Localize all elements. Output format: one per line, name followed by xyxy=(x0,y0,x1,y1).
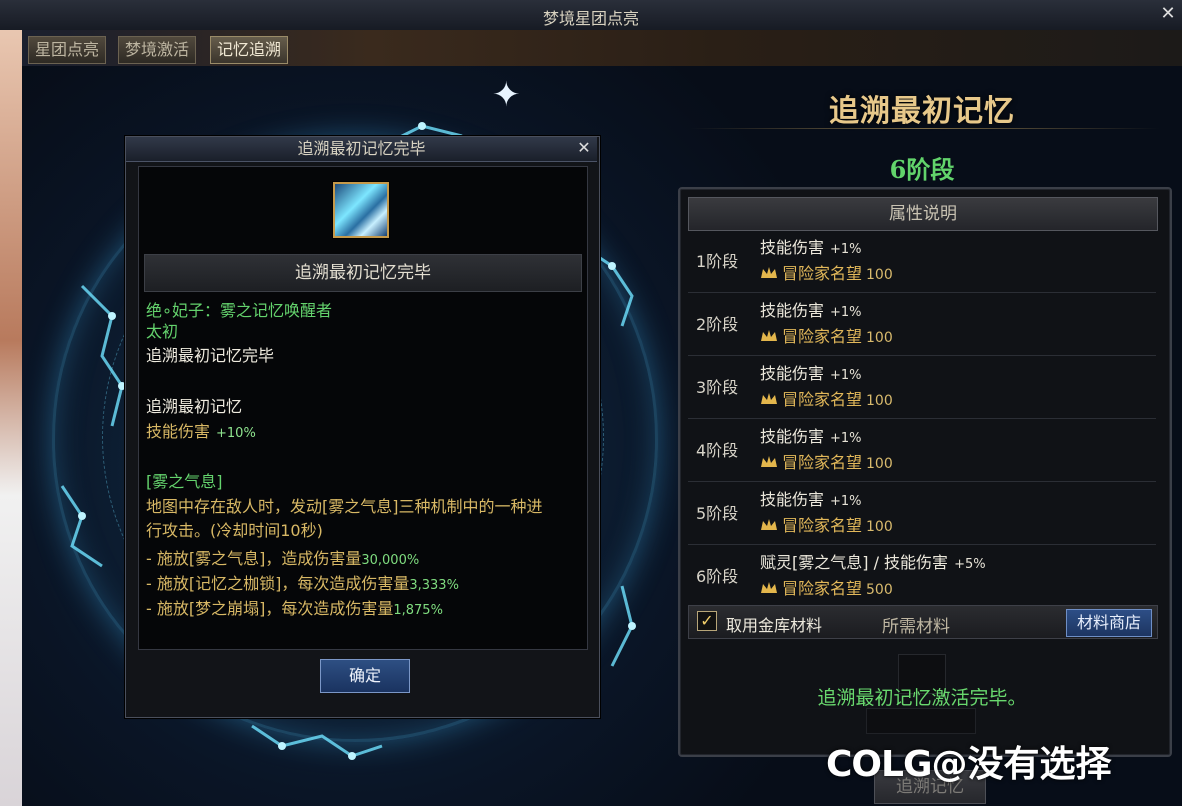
current-stage: 6阶段 xyxy=(889,155,955,184)
close-window-button[interactable]: ✕ xyxy=(1158,4,1178,24)
reputation-label: 冒险家名望 xyxy=(782,579,863,598)
watermark-logo: COLG xyxy=(826,744,933,785)
attribute-value: +1% xyxy=(830,494,862,509)
material-count-slot xyxy=(866,708,976,734)
reputation-label: 冒险家名望 xyxy=(782,327,863,346)
stage-row: 3阶段 技能伤害 +1% 冒险家名望 100 xyxy=(688,356,1156,419)
attribute-name: 赋灵[雾之气息] / 技能伤害 xyxy=(760,553,949,572)
skill-desc-line1: 地图中存在敌人时，发动[雾之气息]三种机制中的一种进 xyxy=(146,497,543,516)
attribute-name: 技能伤害 xyxy=(760,490,825,509)
reputation-value: 100 xyxy=(866,393,893,409)
memory-crystal-icon xyxy=(333,182,389,238)
window-titlebar: 梦境星团点亮 xyxy=(0,0,1182,31)
svg-text:✦: ✦ xyxy=(492,75,521,115)
skill-effect-text: - 施放[梦之崩塌]，每次造成伤害量 xyxy=(146,599,394,618)
watermark-text: @没有选择 xyxy=(931,744,1112,785)
effect-line: 技能伤害 +10% xyxy=(146,418,256,442)
dialog-title: 追溯最初记忆完毕 xyxy=(126,137,597,162)
reputation-crown-icon xyxy=(761,582,777,593)
skill-name: [雾之气息] xyxy=(146,472,223,491)
effect-value: +10% xyxy=(216,426,256,441)
reputation-crown-icon xyxy=(761,393,777,404)
stage-label: 1阶段 xyxy=(696,252,739,271)
status-line: 追溯最初记忆完毕 xyxy=(146,346,275,365)
memory-title: 追溯最初记忆 xyxy=(829,94,1015,129)
stage-attribute: 技能伤害 +1% xyxy=(760,423,862,447)
tab-bar: 星团点亮 梦境激活 记忆追溯 xyxy=(22,30,1182,66)
stage-label: 3阶段 xyxy=(696,378,739,397)
skill-effect-value: 3,333% xyxy=(409,578,459,593)
tab-memory-trace[interactable]: 记忆追溯 xyxy=(210,36,289,64)
effect-label: 技能伤害 xyxy=(146,422,211,441)
window-title: 梦境星团点亮 xyxy=(542,9,639,28)
stage-row: 6阶段 赋灵[雾之气息] / 技能伤害 +5% 冒险家名望 500 xyxy=(688,545,1156,607)
reputation-label: 冒险家名望 xyxy=(782,453,863,472)
stage-row: 2阶段 技能伤害 +1% 冒险家名望 100 xyxy=(688,293,1156,356)
reputation-value: 100 xyxy=(866,267,893,283)
reputation-crown-icon xyxy=(761,519,777,530)
reputation-value: 100 xyxy=(866,330,893,346)
activation-done-text: 追溯最初记忆激活完毕。 xyxy=(817,687,1027,709)
watermark: COLG@没有选择 xyxy=(826,735,1112,787)
attribute-value: +1% xyxy=(830,242,862,257)
attribute-header: 属性说明 xyxy=(688,197,1158,231)
attribute-value: +1% xyxy=(830,431,862,446)
skill-effect-line: - 施放[雾之气息]，造成伤害量30,000% xyxy=(146,545,419,569)
attribute-name: 技能伤害 xyxy=(760,427,825,446)
attribute-name: 技能伤害 xyxy=(760,238,825,257)
use-vault-label: 取用金库材料 xyxy=(726,616,823,635)
skill-effect-text: - 施放[雾之气息]，造成伤害量 xyxy=(146,549,362,568)
reputation-value: 500 xyxy=(866,582,893,598)
dialog-close-button[interactable]: ✕ xyxy=(574,138,594,158)
stage-attribute: 技能伤害 +1% xyxy=(760,486,862,510)
stage-label: 6阶段 xyxy=(696,567,739,586)
reputation-value: 100 xyxy=(866,456,893,472)
attribute-value: +1% xyxy=(830,368,862,383)
material-shop-button[interactable]: 材料商店 xyxy=(1066,609,1152,637)
stage-reputation: 冒险家名望 100 xyxy=(760,386,893,410)
subtitle-line: 太初 xyxy=(146,322,179,341)
reputation-crown-icon xyxy=(761,456,777,467)
reputation-label: 冒险家名望 xyxy=(782,264,863,283)
attribute-name: 技能伤害 xyxy=(760,364,825,383)
reputation-crown-icon xyxy=(761,330,777,341)
stage-label: 4阶段 xyxy=(696,441,739,460)
stage-row: 1阶段 技能伤害 +1% 冒险家名望 100 xyxy=(688,230,1156,293)
item-name: 追溯最初记忆完毕 xyxy=(144,254,582,292)
title-divider xyxy=(690,128,1160,129)
stage-reputation: 冒险家名望 100 xyxy=(760,323,893,347)
attribute-value: +5% xyxy=(954,557,986,572)
effect-title: 追溯最初记忆 xyxy=(146,397,243,416)
skill-effect-text: - 施放[记忆之枷锁]，每次造成伤害量 xyxy=(146,574,410,593)
skill-effect-value: 30,000% xyxy=(361,553,420,568)
stage-row: 5阶段 技能伤害 +1% 冒险家名望 100 xyxy=(688,482,1156,545)
attribute-value: +1% xyxy=(830,305,862,320)
reputation-value: 100 xyxy=(866,519,893,535)
required-materials-label: 所需材料 xyxy=(882,617,950,637)
stage-attribute: 技能伤害 +1% xyxy=(760,234,862,258)
skill-effect-value: 1,875% xyxy=(393,603,443,618)
tab-cluster-light[interactable]: 星团点亮 xyxy=(28,36,107,64)
stage-attribute: 技能伤害 +1% xyxy=(760,297,862,321)
stage-label: 2阶段 xyxy=(696,315,739,334)
stage-reputation: 冒险家名望 100 xyxy=(760,512,893,536)
use-vault-checkbox[interactable]: ✓ xyxy=(697,611,717,631)
skill-desc-line2: 行攻击。(冷却时间10秒) xyxy=(146,521,323,540)
attribute-name: 技能伤害 xyxy=(760,301,825,320)
stage-reputation: 冒险家名望 500 xyxy=(760,575,893,599)
stage-attribute: 技能伤害 +1% xyxy=(760,360,862,384)
skill-effect-line: - 施放[记忆之枷锁]，每次造成伤害量3,333% xyxy=(146,570,459,594)
reputation-label: 冒险家名望 xyxy=(782,516,863,535)
reputation-label: 冒险家名望 xyxy=(782,390,863,409)
stage-reputation: 冒险家名望 100 xyxy=(760,260,893,284)
stage-reputation: 冒险家名望 100 xyxy=(760,449,893,473)
stage-attribute: 赋灵[雾之气息] / 技能伤害 +5% xyxy=(760,549,986,573)
tab-dream-activate[interactable]: 梦境激活 xyxy=(118,36,197,64)
skill-effect-line: - 施放[梦之崩塌]，每次造成伤害量1,875% xyxy=(146,595,443,619)
stage-row: 4阶段 技能伤害 +1% 冒险家名望 100 xyxy=(688,419,1156,482)
confirm-button[interactable]: 确定 xyxy=(320,659,410,693)
stage-label: 5阶段 xyxy=(696,504,739,523)
reputation-crown-icon xyxy=(761,267,777,278)
background-strip xyxy=(0,30,22,806)
